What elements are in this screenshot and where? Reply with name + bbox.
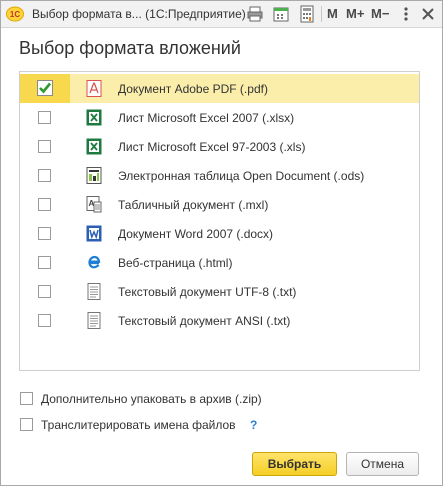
cancel-button[interactable]: Отмена [346, 452, 419, 476]
excel-icon [86, 138, 102, 155]
format-label: Документ Word 2007 (.docx) [118, 227, 274, 241]
excel-icon [86, 109, 102, 126]
transliterate-label: Транслитерировать имена файлов [41, 418, 236, 432]
zip-label: Дополнительно упаковать в архив (.zip) [41, 392, 262, 406]
format-checkbox[interactable] [38, 198, 51, 211]
text-icon [87, 283, 101, 300]
format-label: Документ Adobe PDF (.pdf) [118, 82, 268, 96]
pdf-icon [86, 80, 102, 97]
memory-plus-button[interactable]: M+ [346, 6, 364, 21]
format-label: Текстовый документ UTF-8 (.txt) [118, 285, 297, 299]
dialog-heading: Выбор формата вложений [19, 38, 241, 58]
window-title: Выбор формата в... (1С:Предприятие) [32, 7, 246, 21]
format-label: Текстовый документ ANSI (.txt) [118, 314, 291, 328]
format-checkbox[interactable] [38, 111, 51, 124]
more-icon[interactable] [397, 5, 415, 23]
format-row-txt-utf8[interactable]: Текстовый документ UTF-8 (.txt) [20, 277, 419, 306]
app-logo-icon: 1С [6, 6, 24, 22]
format-label: Электронная таблица Open Document (.ods) [118, 169, 365, 183]
title-bar: 1С Выбор формата в... (1С:Предприятие) M… [1, 1, 442, 28]
transliterate-checkbox[interactable] [20, 418, 33, 431]
format-label: Табличный документ (.mxl) [118, 198, 269, 212]
calendar-icon[interactable] [272, 5, 290, 23]
format-checkbox[interactable] [38, 314, 51, 327]
select-button[interactable]: Выбрать [252, 452, 337, 476]
toolbar-separator [321, 6, 322, 22]
format-row-ods[interactable]: Электронная таблица Open Document (.ods) [20, 161, 419, 190]
close-icon[interactable] [419, 5, 437, 23]
zip-checkbox[interactable] [20, 392, 33, 405]
format-checkbox[interactable] [37, 80, 53, 96]
format-checkbox[interactable] [38, 169, 51, 182]
format-row-txt-ansi[interactable]: Текстовый документ ANSI (.txt) [20, 306, 419, 335]
format-row-xls[interactable]: Лист Microsoft Excel 97-2003 (.xls) [20, 132, 419, 161]
print-icon[interactable] [246, 5, 264, 23]
format-label: Лист Microsoft Excel 97-2003 (.xls) [118, 140, 306, 154]
dialog-window: 1С Выбор формата в... (1С:Предприятие) M… [0, 0, 443, 486]
format-label: Лист Microsoft Excel 2007 (.xlsx) [118, 111, 295, 125]
ods-icon [86, 167, 102, 184]
mxl-icon: A [86, 196, 102, 213]
help-link[interactable]: ? [250, 418, 257, 432]
format-row-xlsx[interactable]: Лист Microsoft Excel 2007 (.xlsx) [20, 103, 419, 132]
format-checkbox[interactable] [38, 227, 51, 240]
web-icon [88, 255, 101, 269]
format-checkbox[interactable] [38, 285, 51, 298]
calculator-icon[interactable] [298, 5, 316, 23]
format-checkbox[interactable] [38, 256, 51, 269]
word-icon [86, 225, 102, 242]
format-row-docx[interactable]: Документ Word 2007 (.docx) [20, 219, 419, 248]
text-icon [87, 312, 101, 329]
format-list: Документ Adobe PDF (.pdf) Лист Microsoft… [19, 71, 420, 371]
format-label: Веб-страница (.html) [118, 256, 233, 270]
format-row-mxl[interactable]: A Табличный документ (.mxl) [20, 190, 419, 219]
format-checkbox[interactable] [38, 140, 51, 153]
format-row-pdf[interactable]: Документ Adobe PDF (.pdf) [20, 74, 419, 103]
app-logo-text: 1С [10, 10, 20, 19]
memory-button[interactable]: M [327, 6, 338, 21]
format-row-html[interactable]: Веб-страница (.html) [20, 248, 419, 277]
memory-minus-button[interactable]: M− [371, 6, 389, 21]
